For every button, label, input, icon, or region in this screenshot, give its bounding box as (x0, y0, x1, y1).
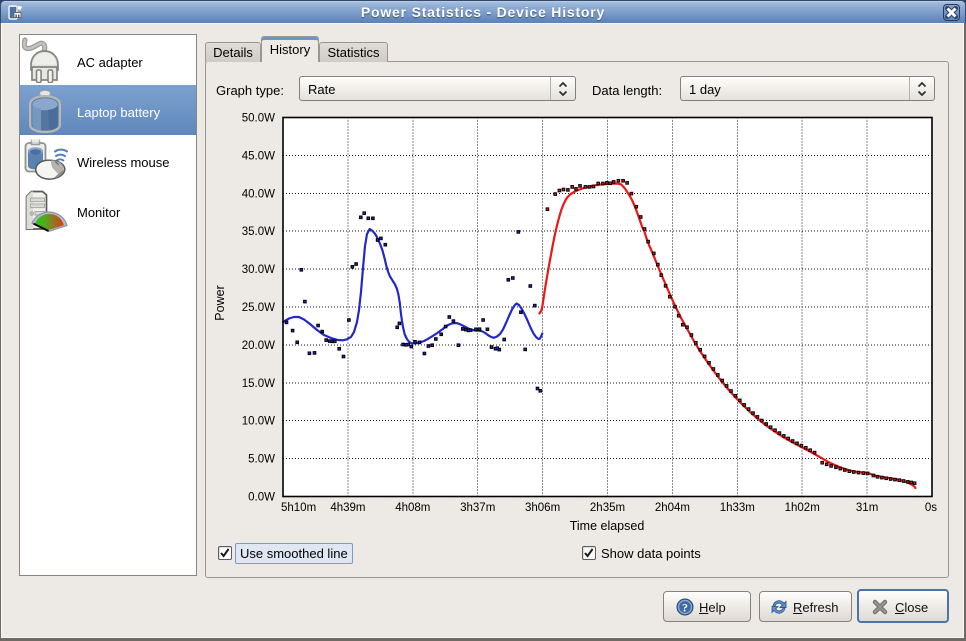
svg-text:?: ? (682, 601, 688, 615)
svg-text:3h37m: 3h37m (460, 502, 495, 514)
svg-text:Power: Power (213, 285, 227, 320)
svg-text:2h35m: 2h35m (590, 502, 625, 514)
svg-text:5h10m: 5h10m (281, 502, 316, 514)
svg-text:25.0W: 25.0W (242, 302, 275, 314)
svg-text:4h39m: 4h39m (330, 502, 365, 514)
svg-text:31m: 31m (856, 502, 878, 514)
svg-text:20.0W: 20.0W (242, 340, 275, 352)
svg-text:45.0W: 45.0W (242, 150, 275, 162)
svg-text:50.0W: 50.0W (242, 113, 275, 125)
svg-text:30.0W: 30.0W (242, 264, 275, 276)
svg-text:1h02m: 1h02m (785, 502, 820, 514)
svg-text:3h06m: 3h06m (525, 502, 560, 514)
svg-text:4h08m: 4h08m (395, 502, 430, 514)
svg-text:40.0W: 40.0W (242, 188, 275, 200)
svg-text:15.0W: 15.0W (242, 378, 275, 390)
svg-text:5.0W: 5.0W (248, 454, 275, 466)
svg-text:2h04m: 2h04m (655, 502, 690, 514)
svg-text:10.0W: 10.0W (242, 416, 275, 428)
svg-text:1h33m: 1h33m (720, 502, 755, 514)
svg-text:0s: 0s (925, 502, 937, 514)
svg-text:35.0W: 35.0W (242, 226, 275, 238)
svg-text:Time elapsed: Time elapsed (570, 519, 645, 533)
svg-text:0.0W: 0.0W (248, 492, 275, 504)
